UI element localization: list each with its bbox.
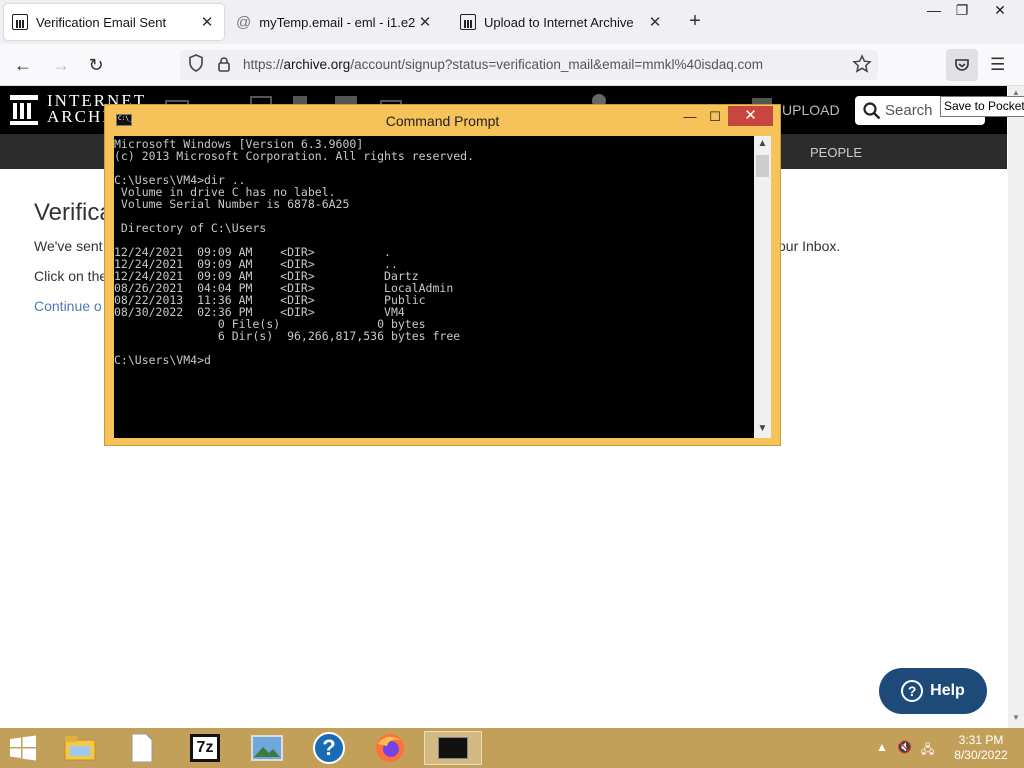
page-heading: Verifica xyxy=(34,199,113,226)
show-hidden-icons-icon[interactable]: ▲ xyxy=(876,740,888,754)
tab-verification-email[interactable]: Verification Email Sent ✕ xyxy=(4,4,224,40)
restore-window-button[interactable]: ❐ xyxy=(944,0,980,22)
command-prompt-icon[interactable] xyxy=(424,731,482,765)
inbox-text: our Inbox. xyxy=(778,238,841,254)
cmd-scroll-thumb[interactable] xyxy=(756,155,769,177)
navigation-toolbar: ← → ↻ https://archive.org/account/signup… xyxy=(0,44,1024,86)
close-tab-icon[interactable]: ✕ xyxy=(646,13,664,31)
console-line: Directory of C:\Users xyxy=(114,221,267,235)
bookmark-star-icon[interactable] xyxy=(852,54,872,77)
photo-viewer-icon[interactable] xyxy=(249,731,285,765)
question-icon: ? xyxy=(901,680,924,702)
notepad-icon[interactable] xyxy=(124,731,160,765)
7zip-icon[interactable]: 7z xyxy=(187,731,223,765)
network-icon[interactable]: 🖧 xyxy=(921,740,934,761)
cmd-scroll-down-icon[interactable]: ▼ xyxy=(754,423,771,434)
taskbar: 7z ? ▲ 🔇 🖧 3:31 PM 8/30/2022 xyxy=(0,728,1024,768)
7zip-label: 7z xyxy=(190,734,220,762)
back-button[interactable]: ← xyxy=(10,52,36,78)
people-link[interactable]: PEOPLE xyxy=(810,145,862,160)
console-line: (c) 2013 Microsoft Corporation. All righ… xyxy=(114,149,475,163)
scroll-down-icon[interactable]: ▼ xyxy=(1012,713,1020,722)
menu-icon[interactable]: ☰ xyxy=(990,55,1005,75)
help-label: Help xyxy=(930,682,965,699)
cmd-scroll-up-icon[interactable]: ▲ xyxy=(754,138,771,149)
search-placeholder: Search xyxy=(885,102,933,119)
tab-title: Verification Email Sent xyxy=(36,14,167,30)
clock-date: 8/30/2022 xyxy=(954,748,1008,762)
internet-archive-icon xyxy=(12,14,28,30)
cmd-close-button[interactable]: ✕ xyxy=(728,106,773,126)
continue-link[interactable]: Continue o xyxy=(34,298,102,314)
close-tab-icon[interactable]: ✕ xyxy=(416,13,434,31)
new-tab-button[interactable]: + xyxy=(684,10,706,34)
internet-archive-logo-icon[interactable] xyxy=(10,95,38,128)
click-instruction-text: Click on the xyxy=(34,268,108,284)
pocket-tooltip: Save to Pocket xyxy=(940,96,1024,117)
cmd-maximize-button[interactable]: ☐ xyxy=(702,108,728,128)
at-sign-icon: @ xyxy=(236,13,252,31)
firefox-icon[interactable] xyxy=(372,731,408,765)
clock-time: 3:31 PM xyxy=(958,733,1004,747)
console-line: Volume Serial Number is 6878-6A25 xyxy=(114,197,350,211)
help-app-label: ? xyxy=(313,732,345,764)
console-line: 6 Dir(s) 96,266,817,536 bytes free xyxy=(114,329,461,343)
tab-mytemp-email[interactable]: @ myTemp.email - eml - i1.e2 - 31 ✕ xyxy=(228,4,442,40)
url-text[interactable]: https://archive.org/account/signup?statu… xyxy=(243,57,763,72)
cmd-minimize-button[interactable]: — xyxy=(677,108,703,128)
search-icon xyxy=(863,101,881,119)
url-path: /account/signup?status=verification_mail… xyxy=(350,57,764,72)
close-tab-icon[interactable]: ✕ xyxy=(198,13,216,31)
internet-archive-icon xyxy=(460,14,476,30)
cmd-title-bar[interactable]: C:\_ Command Prompt — ☐ ✕ xyxy=(105,105,780,135)
pocket-icon[interactable] xyxy=(946,49,978,81)
volume-muted-icon[interactable]: 🔇 xyxy=(897,740,912,754)
url-host: archive.org xyxy=(283,57,351,72)
browser-tab-strip: Verification Email Sent ✕ @ myTemp.email… xyxy=(0,0,1024,44)
clock[interactable]: 3:31 PM 8/30/2022 xyxy=(944,733,1018,763)
tracking-protection-icon[interactable] xyxy=(188,54,204,76)
help-button[interactable]: ? Help xyxy=(879,668,987,714)
url-prefix: https:// xyxy=(243,57,284,72)
page-scrollbar[interactable]: ▲ ▼ xyxy=(1008,86,1024,728)
lock-icon[interactable] xyxy=(217,56,231,75)
command-prompt-window[interactable]: C:\_ Command Prompt — ☐ ✕ Microsoft Wind… xyxy=(104,104,781,446)
console-line: C:\Users\VM4>d xyxy=(114,353,211,367)
tab-upload-archive[interactable]: Upload to Internet Archive ✕ xyxy=(452,4,672,40)
tab-title: myTemp.email - eml - i1.e2 - 31 xyxy=(259,14,416,30)
tab-title: Upload to Internet Archive xyxy=(484,14,634,30)
cmd-console-output[interactable]: Microsoft Windows [Version 6.3.9600] (c) … xyxy=(114,136,754,438)
url-bar[interactable]: https://archive.org/account/signup?statu… xyxy=(180,50,878,80)
cmd-scrollbar[interactable]: ▲ ▼ xyxy=(754,136,771,438)
close-window-button[interactable]: ✕ xyxy=(982,0,1018,22)
sent-message-text: We've sent xyxy=(34,238,103,254)
start-icon[interactable] xyxy=(5,731,41,765)
reload-button[interactable]: ↻ xyxy=(83,52,109,78)
file-explorer-icon[interactable] xyxy=(62,731,98,765)
upload-link[interactable]: UPLOAD xyxy=(782,102,840,118)
forward-button[interactable]: → xyxy=(48,52,74,78)
help-icon[interactable]: ? xyxy=(311,731,347,765)
